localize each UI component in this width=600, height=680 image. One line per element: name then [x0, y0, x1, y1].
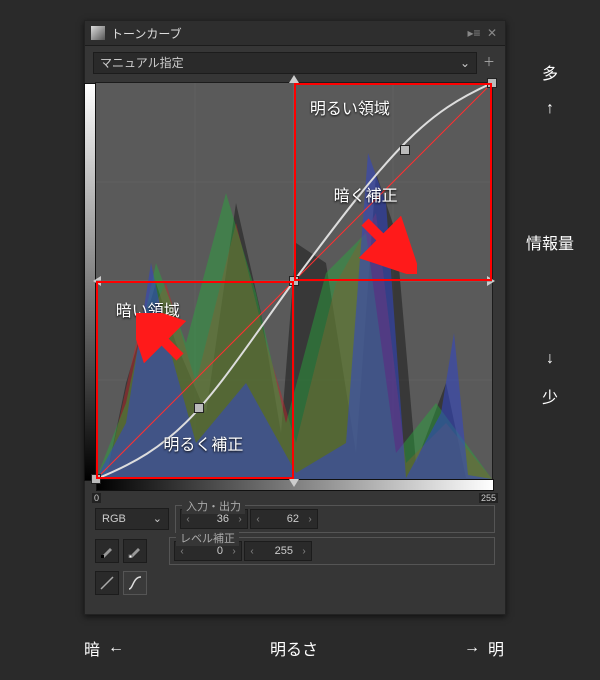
range-max-badge: 255 — [479, 493, 498, 503]
level-low-value: 0 — [189, 545, 227, 557]
input-increase-button[interactable]: › — [233, 514, 247, 525]
input-output-group: 入力・出力 ‹ 36 › ‹ 62 › — [175, 505, 495, 533]
curve-mode-spline-button[interactable] — [123, 571, 147, 595]
output-stepper[interactable]: ‹ 62 › — [250, 509, 318, 529]
panel-menu-icon[interactable]: ▸≡ — [467, 26, 481, 40]
brighten-arrow-icon — [136, 313, 196, 373]
channel-dropdown[interactable]: RGB ⌄ — [95, 508, 169, 530]
bottom-center-label: 明るさ — [270, 636, 318, 660]
side-annotation: 多 ↑ 情報量 ↓ 少 — [520, 60, 580, 490]
picker-white-button[interactable] — [123, 539, 147, 563]
channel-value: RGB — [102, 509, 126, 529]
bottom-left-label: 暗 — [84, 636, 100, 660]
side-bottom-label: 少 — [542, 384, 558, 408]
level-low-decrease-button[interactable]: ‹ — [175, 546, 189, 557]
add-preset-button[interactable]: ＋ — [481, 55, 497, 71]
io-legend: 入力・出力 — [182, 498, 245, 514]
level-high-decrease-button[interactable]: ‹ — [245, 546, 259, 557]
arrow-left-icon: ← — [108, 639, 124, 657]
level-high-stepper[interactable]: ‹ 255 › — [244, 541, 312, 561]
chevron-down-icon: ⌄ — [460, 53, 470, 73]
preset-row: マニュアル指定 ⌄ ＋ — [85, 46, 505, 78]
bottom-annotation: 暗 ← 明るさ → 明 — [84, 636, 504, 660]
controls-area: RGB ⌄ 入力・出力 ‹ 36 › ‹ 62 › — [85, 502, 505, 614]
output-decrease-button[interactable]: ‹ — [251, 514, 265, 525]
arrow-down-icon: ↓ — [546, 350, 554, 368]
output-value: 62 — [265, 513, 303, 525]
arrow-right-icon: → — [464, 639, 480, 657]
chevron-down-icon: ⌄ — [153, 509, 162, 529]
curve-graph[interactable]: 明るい領域 暗い領域 暗く補正 明るく補正 0 255 — [95, 82, 493, 480]
darken-label: 暗く補正 — [334, 182, 398, 206]
level-group: レベル補正 ‹ 0 › ‹ 255 › — [169, 537, 495, 565]
arrow-up-icon: ↑ — [546, 100, 554, 118]
output-increase-button[interactable]: › — [303, 514, 317, 525]
tone-curve-panel: トーンカーブ ▸≡ ✕ マニュアル指定 ⌄ ＋ — [84, 20, 506, 615]
panel-titlebar: トーンカーブ ▸≡ ✕ — [85, 21, 505, 46]
preset-dropdown[interactable]: マニュアル指定 ⌄ — [93, 52, 477, 74]
bright-region-label: 明るい領域 — [310, 95, 390, 119]
level-low-increase-button[interactable]: › — [227, 546, 241, 557]
curve-mode-linear-button[interactable] — [95, 571, 119, 595]
level-high-increase-button[interactable]: › — [297, 546, 311, 557]
picker-black-button[interactable] — [95, 539, 119, 563]
input-value: 36 — [195, 513, 233, 525]
marker-bottom[interactable] — [289, 479, 299, 487]
panel-close-icon[interactable]: ✕ — [485, 26, 499, 40]
darken-arrow-icon — [357, 214, 417, 274]
panel-icon — [91, 26, 105, 40]
input-decrease-button[interactable]: ‹ — [181, 514, 195, 525]
bottom-right-label: 明 — [488, 636, 504, 660]
side-top-label: 多 — [542, 60, 558, 84]
marker-top[interactable] — [289, 75, 299, 83]
side-mid-label: 情報量 — [526, 230, 574, 254]
preset-value: マニュアル指定 — [100, 53, 184, 73]
level-high-value: 255 — [259, 545, 297, 557]
panel-title: トーンカーブ — [111, 25, 463, 42]
brighten-label: 明るく補正 — [163, 431, 243, 455]
range-min-badge: 0 — [92, 493, 101, 503]
level-legend: レベル補正 — [176, 530, 239, 546]
